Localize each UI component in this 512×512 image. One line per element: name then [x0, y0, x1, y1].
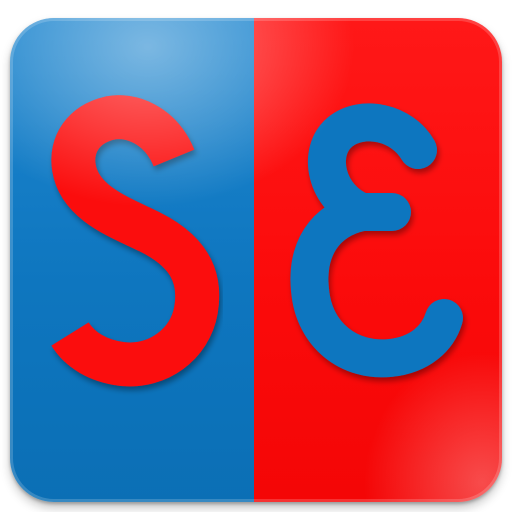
app-icon[interactable]: SE — [10, 18, 502, 502]
letter-s-glyph — [51, 95, 220, 387]
app-icon-canvas: SE — [0, 0, 512, 512]
logo-glyphs — [51, 95, 463, 387]
letter-e-glyph — [290, 103, 463, 378]
